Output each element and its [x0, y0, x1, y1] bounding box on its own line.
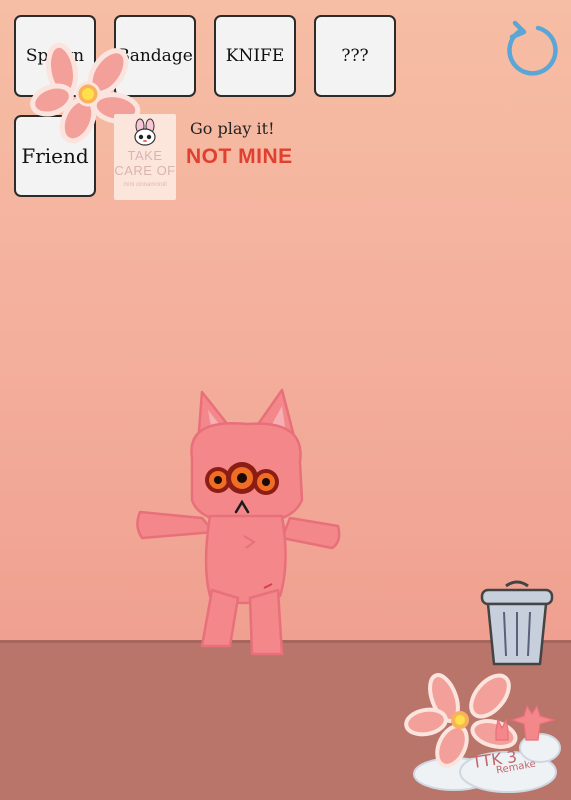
- game-scene: Spawn Bandage KNIFE ??? Friend: [0, 0, 571, 800]
- mystery-button-label: ???: [341, 46, 369, 66]
- creature-character[interactable]: [132, 388, 344, 660]
- bunny-mascot-icon: [134, 118, 156, 146]
- game-logo: TTK 3 Remake: [404, 668, 564, 796]
- promo-thumbnail-title-line1: TAKE: [127, 148, 163, 163]
- friend-button-label: Friend: [21, 144, 89, 168]
- knife-button-label: KNIFE: [225, 46, 285, 66]
- knife-button[interactable]: KNIFE: [214, 15, 296, 97]
- promo-cta-text: Go play it!: [190, 119, 275, 138]
- promo-thumbnail-title-line2: CARE OF: [114, 163, 176, 178]
- promo-thumbnail-subtitle: mini cinnamoroll: [123, 182, 167, 188]
- mystery-button[interactable]: ???: [314, 15, 396, 97]
- promo-thumbnail[interactable]: TAKE CARE OF mini cinnamoroll: [114, 114, 176, 200]
- promo-note-text: NOT MINE: [186, 145, 293, 168]
- trash-can-icon[interactable]: [478, 578, 556, 670]
- reset-arrow-icon[interactable]: [498, 18, 562, 78]
